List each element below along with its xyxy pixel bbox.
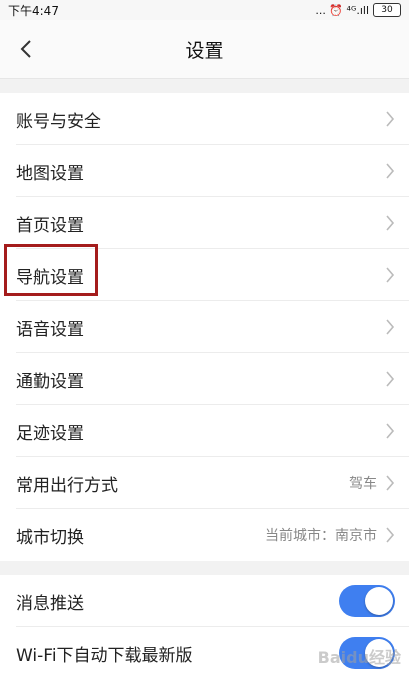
- settings-item-home[interactable]: 首页设置: [0, 197, 409, 249]
- section-gap: [0, 561, 409, 575]
- settings-item-push-notifications: 消息推送: [0, 575, 409, 627]
- current-city-value: 当前城市：南京市: [265, 528, 377, 544]
- settings-item-label: 语音设置: [16, 319, 84, 340]
- status-indicators: ... ⏰ ⁴ᴳ.ıll 30: [315, 3, 401, 17]
- battery-icon: 30: [373, 3, 401, 17]
- settings-item-label: 首页设置: [16, 215, 84, 236]
- wifi-auto-download-toggle[interactable]: [339, 637, 395, 669]
- settings-item-travel-mode[interactable]: 常用出行方式 驾车: [0, 457, 409, 509]
- travel-mode-value: 驾车: [349, 476, 377, 492]
- chevron-right-icon: [386, 371, 395, 387]
- settings-item-label: Wi-Fi下自动下载最新版: [16, 645, 193, 666]
- page-title: 设置: [185, 39, 224, 62]
- chevron-right-icon: [386, 163, 395, 179]
- settings-item-label: 城市切换: [16, 527, 84, 548]
- toggle-knob: [365, 639, 393, 667]
- push-notifications-toggle[interactable]: [339, 585, 395, 617]
- chevron-right-icon: [386, 111, 395, 127]
- chevron-right-icon: [386, 475, 395, 491]
- settings-item-label: 通勤设置: [16, 371, 84, 392]
- settings-item-footprint[interactable]: 足迹设置: [0, 405, 409, 457]
- chevron-left-icon: [20, 40, 31, 58]
- battery-level: 30: [381, 5, 393, 15]
- toggle-knob: [365, 587, 393, 615]
- back-button[interactable]: [8, 20, 44, 78]
- settings-item-label: 导航设置: [16, 267, 84, 288]
- settings-group-main: 账号与安全 地图设置 首页设置 导航设置 语音设置 通勤设置 足迹设置 常用出行…: [0, 93, 409, 561]
- settings-item-voice[interactable]: 语音设置: [0, 301, 409, 353]
- settings-item-account-security[interactable]: 账号与安全: [0, 93, 409, 145]
- settings-item-label: 消息推送: [16, 593, 84, 614]
- settings-group-toggles: 消息推送 Wi-Fi下自动下载最新版: [0, 575, 409, 679]
- chevron-right-icon: [386, 267, 395, 283]
- settings-item-wifi-auto-download: Wi-Fi下自动下载最新版: [0, 627, 409, 679]
- chevron-right-icon: [386, 215, 395, 231]
- settings-item-label: 账号与安全: [16, 111, 101, 132]
- settings-item-city-switch[interactable]: 城市切换 当前城市：南京市: [0, 509, 409, 561]
- status-bar: 下午4:47 ... ⏰ ⁴ᴳ.ıll 30: [0, 0, 409, 20]
- nav-bar: 设置: [0, 20, 409, 79]
- settings-item-label: 地图设置: [16, 163, 84, 184]
- section-gap: [0, 79, 409, 93]
- settings-item-label: 足迹设置: [16, 423, 84, 444]
- status-time: 下午4:47: [8, 3, 59, 18]
- settings-item-label: 常用出行方式: [16, 475, 118, 496]
- chevron-right-icon: [386, 319, 395, 335]
- chevron-right-icon: [386, 423, 395, 439]
- settings-item-map[interactable]: 地图设置: [0, 145, 409, 197]
- settings-item-commute[interactable]: 通勤设置: [0, 353, 409, 405]
- settings-item-navigation[interactable]: 导航设置: [0, 249, 409, 301]
- chevron-right-icon: [386, 527, 395, 543]
- signal-icon: ... ⏰ ⁴ᴳ.ıll: [315, 3, 369, 17]
